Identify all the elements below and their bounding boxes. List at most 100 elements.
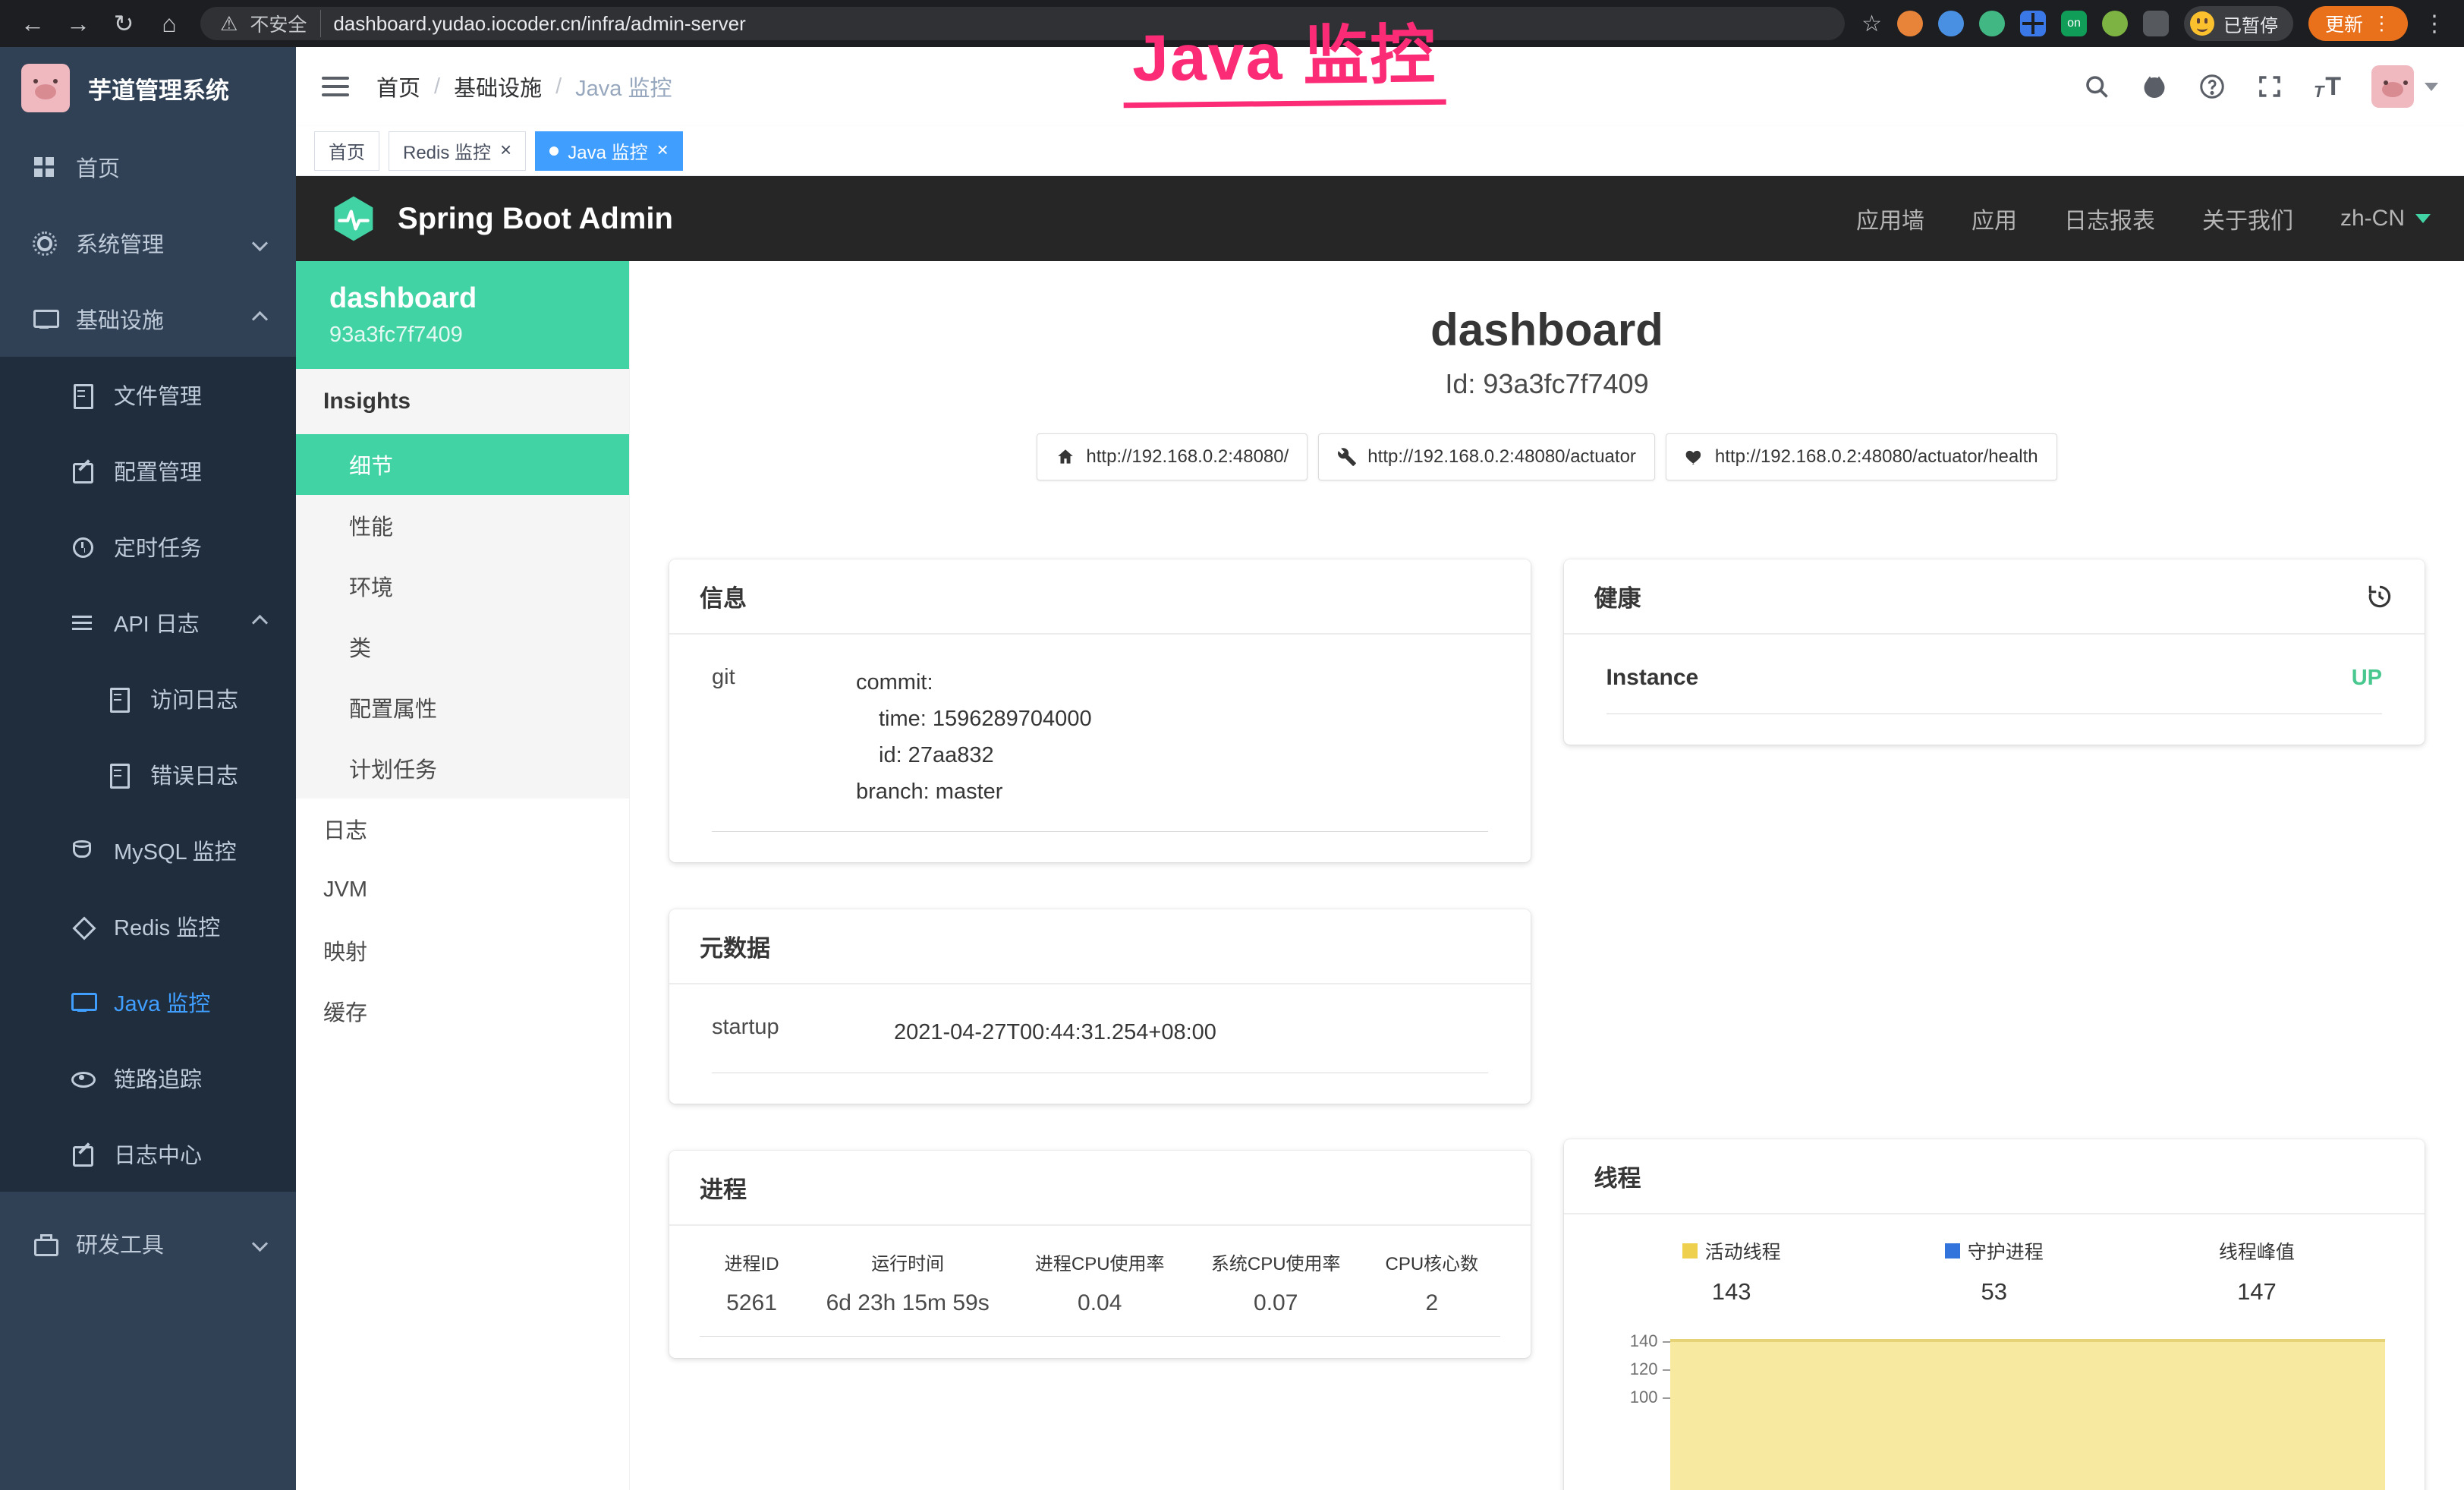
file-icon bbox=[70, 383, 94, 407]
breadcrumb-infra[interactable]: 基础设施 bbox=[454, 71, 542, 102]
sba-nav-wallboard[interactable]: 应用墙 bbox=[1856, 202, 1924, 235]
breadcrumb-current: Java 监控 bbox=[575, 71, 672, 102]
warning-icon: ⚠ bbox=[220, 12, 238, 36]
bookmark-star-icon[interactable]: ☆ bbox=[1861, 11, 1882, 37]
sba-item-logs[interactable]: 日志 bbox=[296, 799, 629, 859]
link-text: http://192.168.0.2:48080/ bbox=[1086, 446, 1289, 468]
sba-item-jvm[interactable]: JVM bbox=[296, 859, 629, 920]
sidebar-item-cron[interactable]: 定时任务 bbox=[0, 509, 296, 584]
sidebar-item-api-log[interactable]: API 日志 bbox=[0, 584, 296, 660]
reload-icon[interactable]: ↻ bbox=[109, 11, 138, 36]
sidebar-item-label: 错误日志 bbox=[150, 758, 238, 790]
extension-icon-5[interactable] bbox=[2102, 11, 2128, 36]
url-text: dashboard.yudao.iocoder.cn/infra/admin-s… bbox=[333, 12, 745, 36]
sidebar-item-redis[interactable]: Redis 监控 bbox=[0, 888, 296, 964]
card-title: 元数据 bbox=[669, 909, 1531, 984]
sba-item-details[interactable]: 细节 bbox=[296, 434, 629, 495]
extension-icon-4[interactable] bbox=[2020, 11, 2046, 36]
sba-nav-journal[interactable]: 日志报表 bbox=[2064, 202, 2155, 235]
home-icon bbox=[1056, 447, 1075, 467]
extension-icon-2[interactable] bbox=[1938, 11, 1964, 36]
info-value: commit: time: 1596289704000 id: 27aa832 … bbox=[856, 665, 1488, 810]
avatar bbox=[2371, 65, 2414, 108]
sba-nav-applications[interactable]: 应用 bbox=[1972, 202, 2017, 235]
sidebar-item-home[interactable]: 首页 bbox=[0, 129, 296, 205]
github-icon[interactable] bbox=[2141, 73, 2168, 100]
link-text: http://192.168.0.2:48080/actuator bbox=[1367, 446, 1636, 468]
tag-label: 首页 bbox=[329, 137, 365, 164]
sidebar-item-system[interactable]: 系统管理 bbox=[0, 205, 296, 281]
breadcrumb-home[interactable]: 首页 bbox=[376, 71, 420, 102]
search-icon[interactable] bbox=[2083, 73, 2110, 100]
sidebar-item-log-center[interactable]: 日志中心 bbox=[0, 1116, 296, 1192]
metadata-card: 元数据 startup 2021-04-27T00:44:31.254+08:0… bbox=[669, 909, 1531, 1104]
sba-item-caches[interactable]: 缓存 bbox=[296, 981, 629, 1041]
legend-peak-threads: 线程峰值 147 bbox=[2126, 1237, 2388, 1306]
history-icon[interactable] bbox=[2365, 582, 2394, 611]
extension-icon-3[interactable] bbox=[1979, 11, 2005, 36]
document-icon bbox=[106, 686, 131, 710]
health-url-link[interactable]: http://192.168.0.2:48080/actuator/health bbox=[1666, 433, 2057, 480]
tab-home[interactable]: 首页 bbox=[314, 131, 379, 171]
extension-switch-on-icon[interactable] bbox=[2061, 11, 2087, 36]
sidebar-item-files[interactable]: 文件管理 bbox=[0, 357, 296, 433]
sidebar-item-infra[interactable]: 基础设施 bbox=[0, 281, 296, 357]
close-icon[interactable] bbox=[657, 140, 669, 162]
sidebar-item-error-log[interactable]: 错误日志 bbox=[0, 736, 296, 812]
process-card: 进程 进程ID 5261 运行时间 bbox=[669, 1151, 1531, 1358]
sba-brand: Spring Boot Admin bbox=[398, 202, 673, 236]
tab-java-monitor[interactable]: Java 监控 bbox=[535, 131, 683, 171]
process-col-process-cpu: 进程CPU使用率 0.04 bbox=[1012, 1249, 1188, 1316]
browser-profile-button[interactable]: 已暂停 bbox=[2184, 6, 2293, 41]
redis-icon bbox=[70, 914, 94, 938]
sba-nav-about[interactable]: 关于我们 bbox=[2202, 202, 2293, 235]
sidebar-item-trace[interactable]: 链路追踪 bbox=[0, 1040, 296, 1116]
gear-icon bbox=[32, 231, 56, 255]
home-icon[interactable]: ⌂ bbox=[155, 11, 184, 36]
sba-item-metrics[interactable]: 性能 bbox=[296, 495, 629, 556]
sba-item-classes[interactable]: 类 bbox=[296, 616, 629, 677]
sba-item-environment[interactable]: 环境 bbox=[296, 556, 629, 616]
card-title: 健康 bbox=[1564, 559, 2425, 635]
user-menu[interactable] bbox=[2371, 65, 2438, 108]
forward-icon[interactable]: → bbox=[64, 11, 93, 36]
fullscreen-icon[interactable] bbox=[2256, 73, 2283, 100]
sidebar-item-access-log[interactable]: 访问日志 bbox=[0, 660, 296, 736]
sidebar-item-mysql[interactable]: MySQL 监控 bbox=[0, 812, 296, 888]
sba-item-mappings[interactable]: 映射 bbox=[296, 920, 629, 981]
chart-area-series bbox=[1670, 1339, 2386, 1490]
tab-redis-monitor[interactable]: Redis 监控 bbox=[389, 131, 526, 171]
edit-icon bbox=[70, 458, 94, 483]
sba-instance-id: 93a3fc7f7409 bbox=[329, 323, 596, 348]
dashboard-icon bbox=[32, 155, 56, 179]
extension-icon-6[interactable] bbox=[2143, 11, 2169, 36]
col-header: 进程CPU使用率 bbox=[1012, 1249, 1188, 1275]
sba-item-scheduledtasks[interactable]: 计划任务 bbox=[296, 738, 629, 799]
info-card: 信息 git commit: time: 1596289704000 id: 2 bbox=[669, 559, 1531, 862]
font-size-icon[interactable] bbox=[2314, 72, 2341, 102]
close-icon[interactable] bbox=[500, 140, 511, 162]
threads-legend: 活动线程 143 守护进程 53 线程峰值 bbox=[1600, 1237, 2389, 1306]
sba-item-configprops[interactable]: 配置属性 bbox=[296, 677, 629, 738]
update-button[interactable]: 更新 ⋮ bbox=[2308, 6, 2408, 41]
card-title: 线程 bbox=[1564, 1139, 2425, 1214]
help-icon[interactable] bbox=[2198, 73, 2226, 100]
kebab-menu-icon: ⋮ bbox=[2372, 12, 2391, 35]
fold-menu-icon[interactable] bbox=[322, 77, 349, 96]
sidebar-item-config[interactable]: 配置管理 bbox=[0, 433, 296, 509]
extension-cluster: ☆ 已暂停 更新 ⋮ ⋮ bbox=[1861, 6, 2446, 41]
sba-language-select[interactable]: zh-CN bbox=[2340, 206, 2431, 232]
sidebar-item-label: API 日志 bbox=[114, 606, 200, 638]
sidebar-item-devtools[interactable]: 研发工具 bbox=[0, 1205, 296, 1281]
browser-menu-icon[interactable]: ⋮ bbox=[2423, 11, 2446, 37]
health-row-instance: Instance UP bbox=[1606, 665, 2383, 714]
sidebar-item-java-monitor[interactable]: Java 监控 bbox=[0, 964, 296, 1040]
address-bar[interactable]: ⚠ 不安全 dashboard.yudao.iocoder.cn/infra/a… bbox=[200, 7, 1845, 40]
instance-url-link[interactable]: http://192.168.0.2:48080/ bbox=[1037, 433, 1308, 480]
extension-icon-1[interactable] bbox=[1897, 11, 1923, 36]
back-icon[interactable]: ← bbox=[18, 11, 47, 36]
actuator-url-link[interactable]: http://192.168.0.2:48080/actuator bbox=[1318, 433, 1655, 480]
app-logo[interactable]: 芋道管理系统 bbox=[0, 47, 296, 129]
health-card: 健康 Instance UP bbox=[1564, 559, 2425, 745]
clock-icon bbox=[70, 534, 94, 559]
